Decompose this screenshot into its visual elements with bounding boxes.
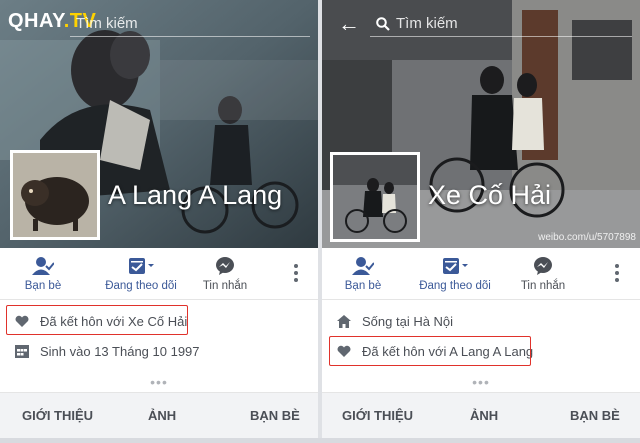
profile-name: A Lang A Lang	[108, 180, 283, 210]
info-row-birthday: Sinh vào 13 Tháng 10 1997	[14, 340, 200, 362]
more-options-icon[interactable]	[293, 264, 299, 285]
cover-photo[interactable]: ← Tìm kiếm Xe Cố Hải weibo.com/u/5707898	[322, 0, 640, 248]
tab-friends[interactable]: BẠN BÈ	[250, 408, 300, 423]
divider	[322, 299, 640, 300]
search-placeholder: Tìm kiếm	[396, 15, 458, 32]
search-bar[interactable]: Tìm kiếm	[70, 12, 310, 37]
following-label: Đang theo dõi	[105, 280, 177, 292]
see-more-dots[interactable]: •••	[0, 374, 318, 390]
message-button[interactable]: Tin nhắn	[498, 256, 588, 292]
info-row-lives-in: Sống tại Hà Nội	[336, 310, 453, 332]
home-icon	[337, 315, 351, 328]
friend-check-icon	[32, 257, 54, 275]
following-button[interactable]: Đang theo dõi	[96, 256, 186, 292]
following-check-icon	[443, 258, 468, 274]
friend-check-icon	[352, 257, 374, 275]
following-check-icon	[129, 258, 154, 274]
profile-avatar[interactable]	[10, 150, 100, 240]
tab-photos[interactable]: ẢNH	[148, 408, 176, 423]
messenger-icon	[534, 257, 552, 275]
following-button[interactable]: Đang theo dõi	[410, 256, 500, 292]
more-options-icon[interactable]	[614, 264, 620, 285]
profile-avatar[interactable]	[330, 152, 420, 242]
avatar-dog-image	[13, 153, 97, 237]
tab-photos[interactable]: ẢNH	[470, 408, 498, 423]
divider	[0, 299, 318, 300]
search-icon	[376, 17, 390, 31]
friends-label: Bạn bè	[344, 280, 382, 292]
profile-tabs: GIỚI THIỆU ẢNH BẠN BÈ	[322, 392, 640, 439]
search-placeholder: Tìm kiếm	[76, 15, 138, 32]
friends-label: Bạn bè	[24, 280, 62, 292]
info-lives-in-text: Sống tại Hà Nội	[362, 313, 454, 329]
friends-button[interactable]: Bạn bè	[322, 256, 408, 292]
friends-button[interactable]: Bạn bè	[0, 256, 88, 292]
profile-panel-right: ← Tìm kiếm Xe Cố Hải weibo.com/u/5707898	[322, 0, 640, 443]
tab-about[interactable]: GIỚI THIỆU	[22, 408, 93, 423]
tab-friends[interactable]: BẠN BÈ	[570, 408, 620, 423]
back-arrow-icon[interactable]: ←	[338, 13, 360, 35]
tab-about[interactable]: GIỚI THIỆU	[342, 408, 413, 423]
avatar-bicycle-image	[333, 155, 417, 239]
highlight-box	[6, 305, 188, 335]
profile-tabs: GIỚI THIỆU ẢNH BẠN BÈ	[0, 392, 318, 439]
profile-panel-left: QHAY.TV Tìm kiếm A Lang A Lang Bạn bè Đa…	[0, 0, 318, 443]
profile-action-bar: Bạn bè Đang theo dõi Tin nhắn	[0, 250, 318, 298]
message-label: Tin nhắn	[520, 280, 566, 292]
messenger-icon	[216, 257, 234, 275]
message-button[interactable]: Tin nhắn	[180, 256, 270, 292]
profile-action-bar: Bạn bè Đang theo dõi Tin nhắn	[322, 250, 640, 298]
profile-name: Xe Cố Hải	[428, 180, 552, 210]
bottom-strip	[0, 438, 640, 443]
search-bar[interactable]: Tìm kiếm	[370, 12, 632, 37]
highlight-box	[329, 336, 531, 366]
calendar-icon	[15, 345, 29, 358]
info-birthday-text: Sinh vào 13 Tháng 10 1997	[40, 343, 200, 359]
cover-photo[interactable]: QHAY.TV Tìm kiếm A Lang A Lang	[0, 0, 318, 248]
following-label: Đang theo dõi	[419, 280, 491, 292]
cover-watermark-text: weibo.com/u/5707898	[538, 232, 636, 243]
see-more-dots[interactable]: •••	[322, 374, 640, 390]
message-label: Tin nhắn	[202, 280, 248, 292]
watermark-prefix: QHAY	[8, 10, 64, 32]
